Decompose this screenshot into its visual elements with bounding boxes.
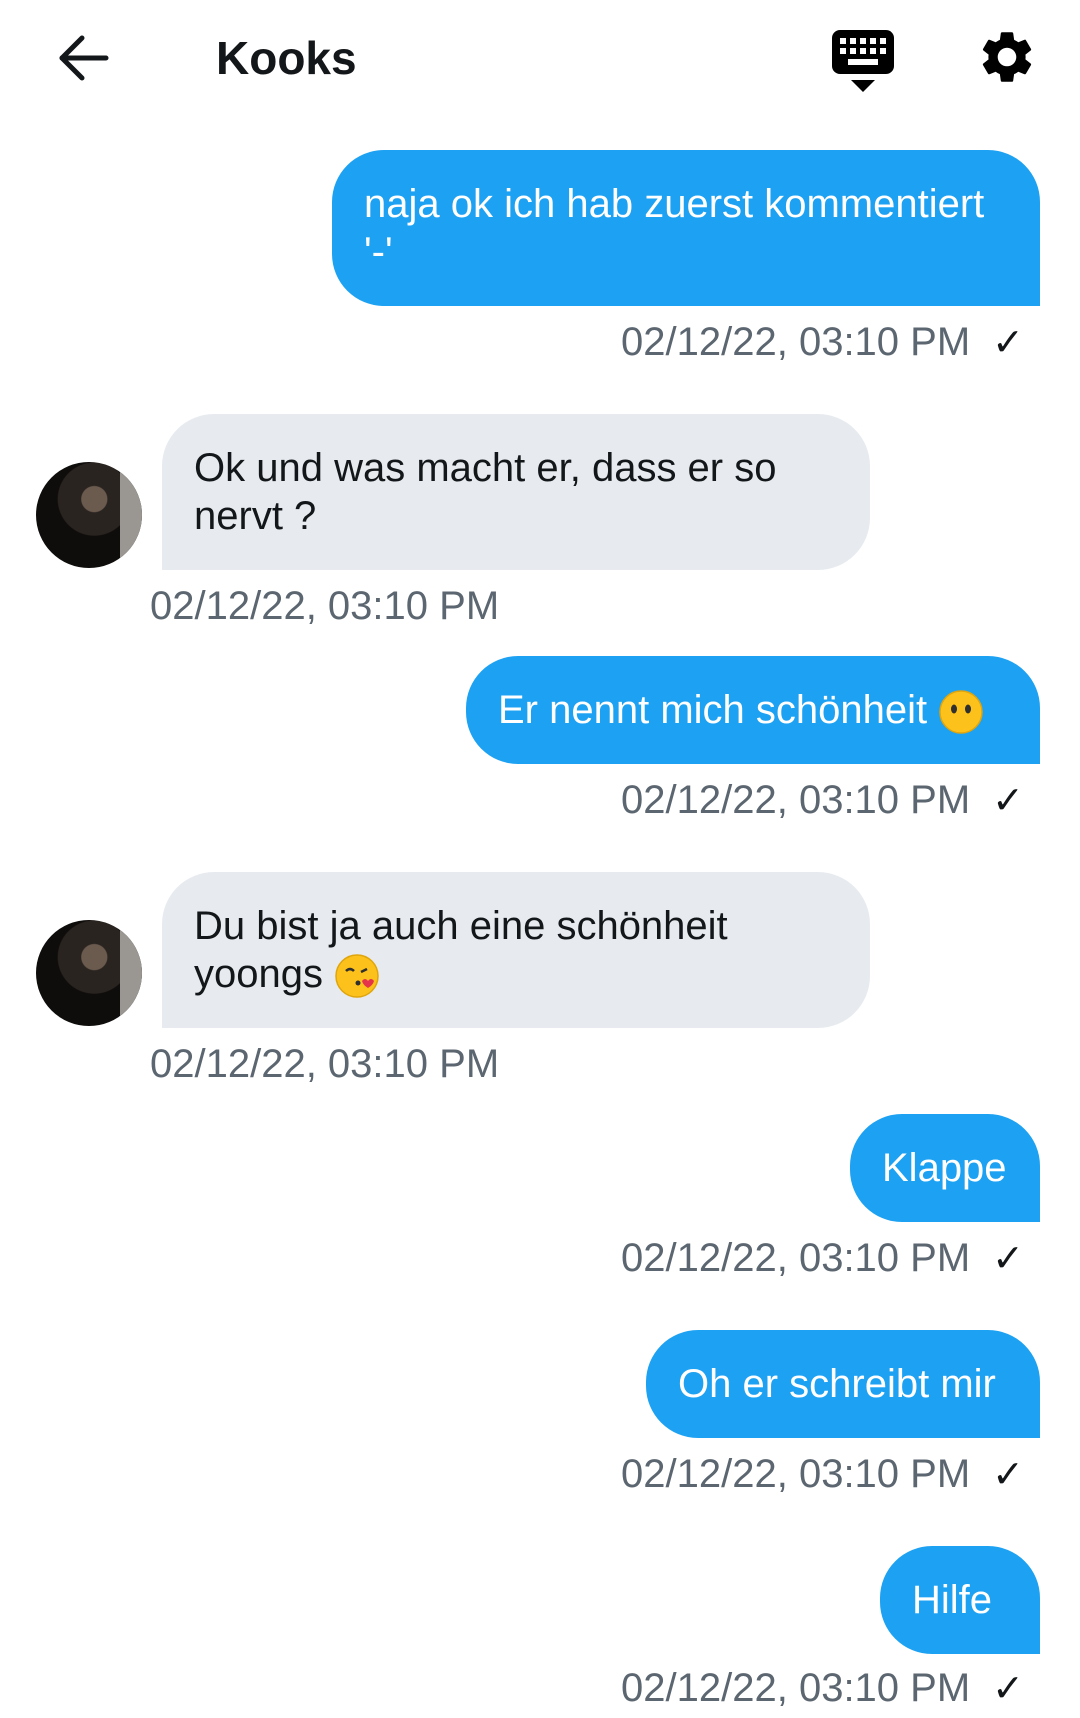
neutral-face-icon (939, 690, 983, 735)
check-icon: ✓ (992, 1454, 1024, 1496)
message-timestamp: 02/12/22, 03:10 PM ✓ (621, 776, 1024, 825)
message-text: Du bist ja auch eine schönheit yoongs (194, 904, 728, 996)
message-text: Er nennt mich schönheit (498, 688, 928, 732)
check-icon: ✓ (992, 1668, 1024, 1710)
message-timestamp: 02/12/22, 03:10 PM ✓ (621, 318, 1024, 367)
check-icon: ✓ (992, 780, 1024, 822)
message-bubble-outgoing[interactable]: naja ok ich hab zuerst kommentiert '-' (332, 150, 1040, 306)
check-icon: ✓ (992, 322, 1024, 364)
kissing-face-icon (335, 954, 379, 999)
message-bubble-incoming[interactable]: Du bist ja auch eine schönheit yoongs (162, 872, 870, 1028)
message-bubble-outgoing[interactable]: Hilfe (880, 1546, 1040, 1654)
avatar[interactable] (36, 920, 142, 1026)
message-bubble-outgoing[interactable]: Oh er schreibt mir (646, 1330, 1040, 1438)
avatar[interactable] (36, 462, 142, 568)
message-timestamp: 02/12/22, 03:10 PM (150, 584, 500, 628)
message-bubble-outgoing[interactable]: Er nennt mich schönheit (466, 656, 1040, 764)
chat-header: Kooks (0, 0, 1080, 116)
keyboard-icon (832, 30, 894, 92)
gear-icon (982, 32, 1032, 82)
message-timestamp: 02/12/22, 03:10 PM ✓ (621, 1664, 1024, 1713)
message-timestamp: 02/12/22, 03:10 PM ✓ (621, 1450, 1024, 1499)
message-text: Oh er schreibt mir (678, 1362, 996, 1406)
message-timestamp: 02/12/22, 03:10 PM (150, 1042, 500, 1086)
message-timestamp: 02/12/22, 03:10 PM ✓ (621, 1234, 1024, 1283)
message-bubble-outgoing[interactable]: Klappe (850, 1114, 1040, 1222)
settings-button[interactable] (976, 26, 1038, 88)
message-text: naja ok ich hab zuerst kommentiert '-' (364, 182, 985, 274)
message-text: Ok und was macht er, dass er so nervt ? (194, 446, 777, 538)
check-icon: ✓ (992, 1238, 1024, 1280)
back-button[interactable] (54, 28, 114, 88)
conversation-title: Kooks (216, 32, 357, 84)
message-text: Hilfe (912, 1578, 993, 1622)
message-text: Klappe (882, 1146, 1007, 1190)
message-bubble-incoming[interactable]: Ok und was macht er, dass er so nervt ? (162, 414, 870, 570)
arrow-left-icon (59, 35, 109, 81)
keyboard-toggle-button[interactable] (830, 26, 896, 94)
